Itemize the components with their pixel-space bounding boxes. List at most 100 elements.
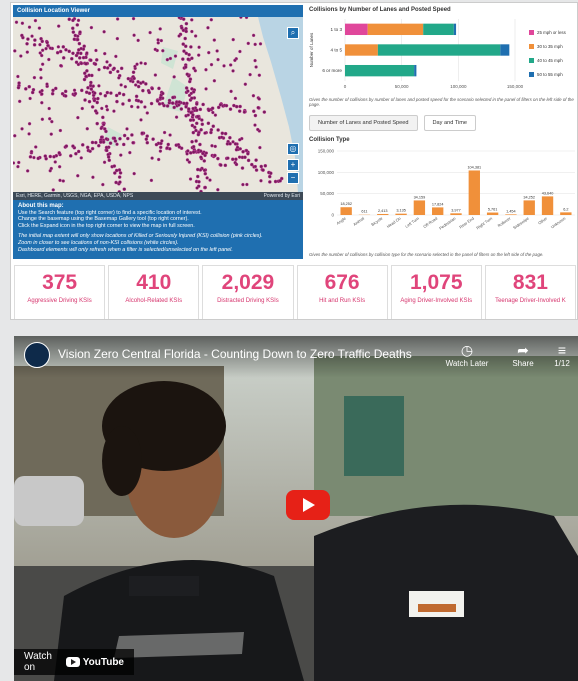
watch-later-button[interactable]: ◷ Watch Later [442, 341, 492, 368]
collision-type-bar[interactable] [505, 214, 517, 215]
map-point [215, 49, 219, 53]
map-point [134, 94, 139, 99]
map-point [256, 105, 260, 110]
map-point [159, 38, 164, 43]
stacked-bar-segment[interactable] [500, 44, 510, 56]
collision-type-bar[interactable] [395, 213, 407, 215]
map-point [143, 61, 148, 66]
map-point [238, 49, 242, 54]
collision-type-bar[interactable] [486, 212, 499, 215]
zoom-in-button[interactable]: + [287, 159, 299, 171]
map-point [171, 95, 175, 100]
map-point [216, 156, 220, 161]
map-point [139, 100, 144, 104]
youtube-embed[interactable]: Vision Zero Central Florida - Counting D… [14, 336, 578, 681]
map-point [194, 108, 199, 113]
collision-type-bar[interactable] [523, 200, 535, 215]
map-point [28, 155, 33, 159]
map-point [114, 180, 118, 185]
map-point [89, 80, 93, 85]
map-point [216, 188, 220, 192]
collision-map[interactable]: ⌕ ◎ + − [13, 17, 303, 192]
map-point [13, 161, 16, 165]
map-locate-button[interactable]: ◎ [287, 143, 299, 155]
play-button[interactable] [286, 490, 330, 520]
stacked-bar-segment[interactable] [423, 23, 454, 36]
map-point [132, 76, 136, 81]
tab-lanes-speed[interactable]: Number of Lanes and Posted Speed [309, 115, 418, 131]
map-point [118, 171, 123, 175]
map-point [212, 38, 217, 42]
x-tick-label: Bicycle [370, 215, 384, 227]
map-point [194, 102, 199, 106]
map-point [209, 62, 214, 67]
map-point [119, 83, 123, 87]
map-point [105, 60, 109, 64]
watch-on-youtube-button[interactable]: Watch on YouTube [14, 649, 134, 675]
collision-type-bar[interactable] [468, 170, 480, 215]
map-point [94, 58, 99, 62]
map-point [234, 157, 238, 162]
video-title[interactable]: Vision Zero Central Florida - Counting D… [58, 347, 412, 361]
map-canvas[interactable] [13, 17, 303, 192]
collision-type-bar[interactable] [413, 200, 426, 215]
map-point [88, 149, 92, 154]
map-point [104, 129, 108, 134]
legend-item[interactable]: 30 to 35 mph [529, 39, 566, 53]
zoom-out-button[interactable]: − [287, 172, 299, 184]
stacked-bar-segment[interactable] [345, 44, 378, 56]
legend-item[interactable]: 50 to 55 mph [529, 67, 566, 81]
map-point [102, 160, 107, 164]
stacked-bar-segment[interactable] [345, 64, 415, 77]
map-point [139, 61, 143, 65]
attribution-esri[interactable]: Powered by Esri [264, 193, 300, 199]
watch-on-label: Watch on [24, 651, 52, 673]
collision-type-bar[interactable] [560, 212, 572, 215]
stacked-bar-segment[interactable] [453, 23, 457, 36]
youtube-logo: YouTube [65, 657, 124, 668]
map-point [245, 182, 249, 187]
legend-item[interactable]: 25 mph or less [529, 25, 566, 39]
map-point [207, 50, 211, 55]
map-point [206, 26, 210, 30]
map-point [89, 25, 94, 30]
map-point [132, 33, 136, 37]
map-point [112, 164, 117, 168]
stacked-bar-segment[interactable] [367, 23, 424, 36]
legend-swatch [529, 29, 534, 35]
legend-item[interactable]: 40 to 45 mph [529, 53, 566, 67]
channel-logo-icon[interactable] [24, 342, 50, 368]
map-point [136, 105, 140, 109]
map-point [122, 133, 127, 138]
map-point [253, 58, 257, 63]
map-point [40, 48, 45, 52]
collision-type-bar[interactable] [450, 213, 462, 215]
map-point [248, 72, 252, 77]
map-point [105, 90, 110, 95]
playlist-button[interactable]: ≡ 1/12 [546, 341, 578, 368]
stacked-bar-segment[interactable] [345, 23, 368, 36]
youtube-play-icon [65, 657, 80, 667]
map-point [263, 163, 268, 168]
collision-type-bar[interactable] [432, 207, 444, 215]
collision-type-bar[interactable] [377, 213, 389, 215]
x-tick-label: Unknown [550, 216, 567, 230]
stacked-bar-segment[interactable] [377, 44, 501, 56]
map-point [226, 156, 230, 160]
tab-day-time[interactable]: Day and Time [423, 115, 477, 131]
map-point [158, 145, 163, 150]
map-point [261, 168, 265, 172]
map-point [190, 139, 194, 144]
map-point [154, 142, 159, 147]
collision-type-bar[interactable] [541, 196, 554, 215]
map-point [257, 73, 262, 77]
collision-type-bar[interactable] [340, 207, 352, 215]
share-button[interactable]: ➦ Share [498, 341, 548, 368]
map-search-button[interactable]: ⌕ [287, 27, 299, 39]
map-point [46, 43, 50, 48]
map-point [89, 58, 93, 63]
map-point [157, 102, 162, 106]
map-point [186, 149, 190, 153]
lanes-speed-chart: Collisions by Number of Lanes and Posted… [307, 5, 577, 111]
stacked-bar-segment[interactable] [414, 64, 417, 77]
